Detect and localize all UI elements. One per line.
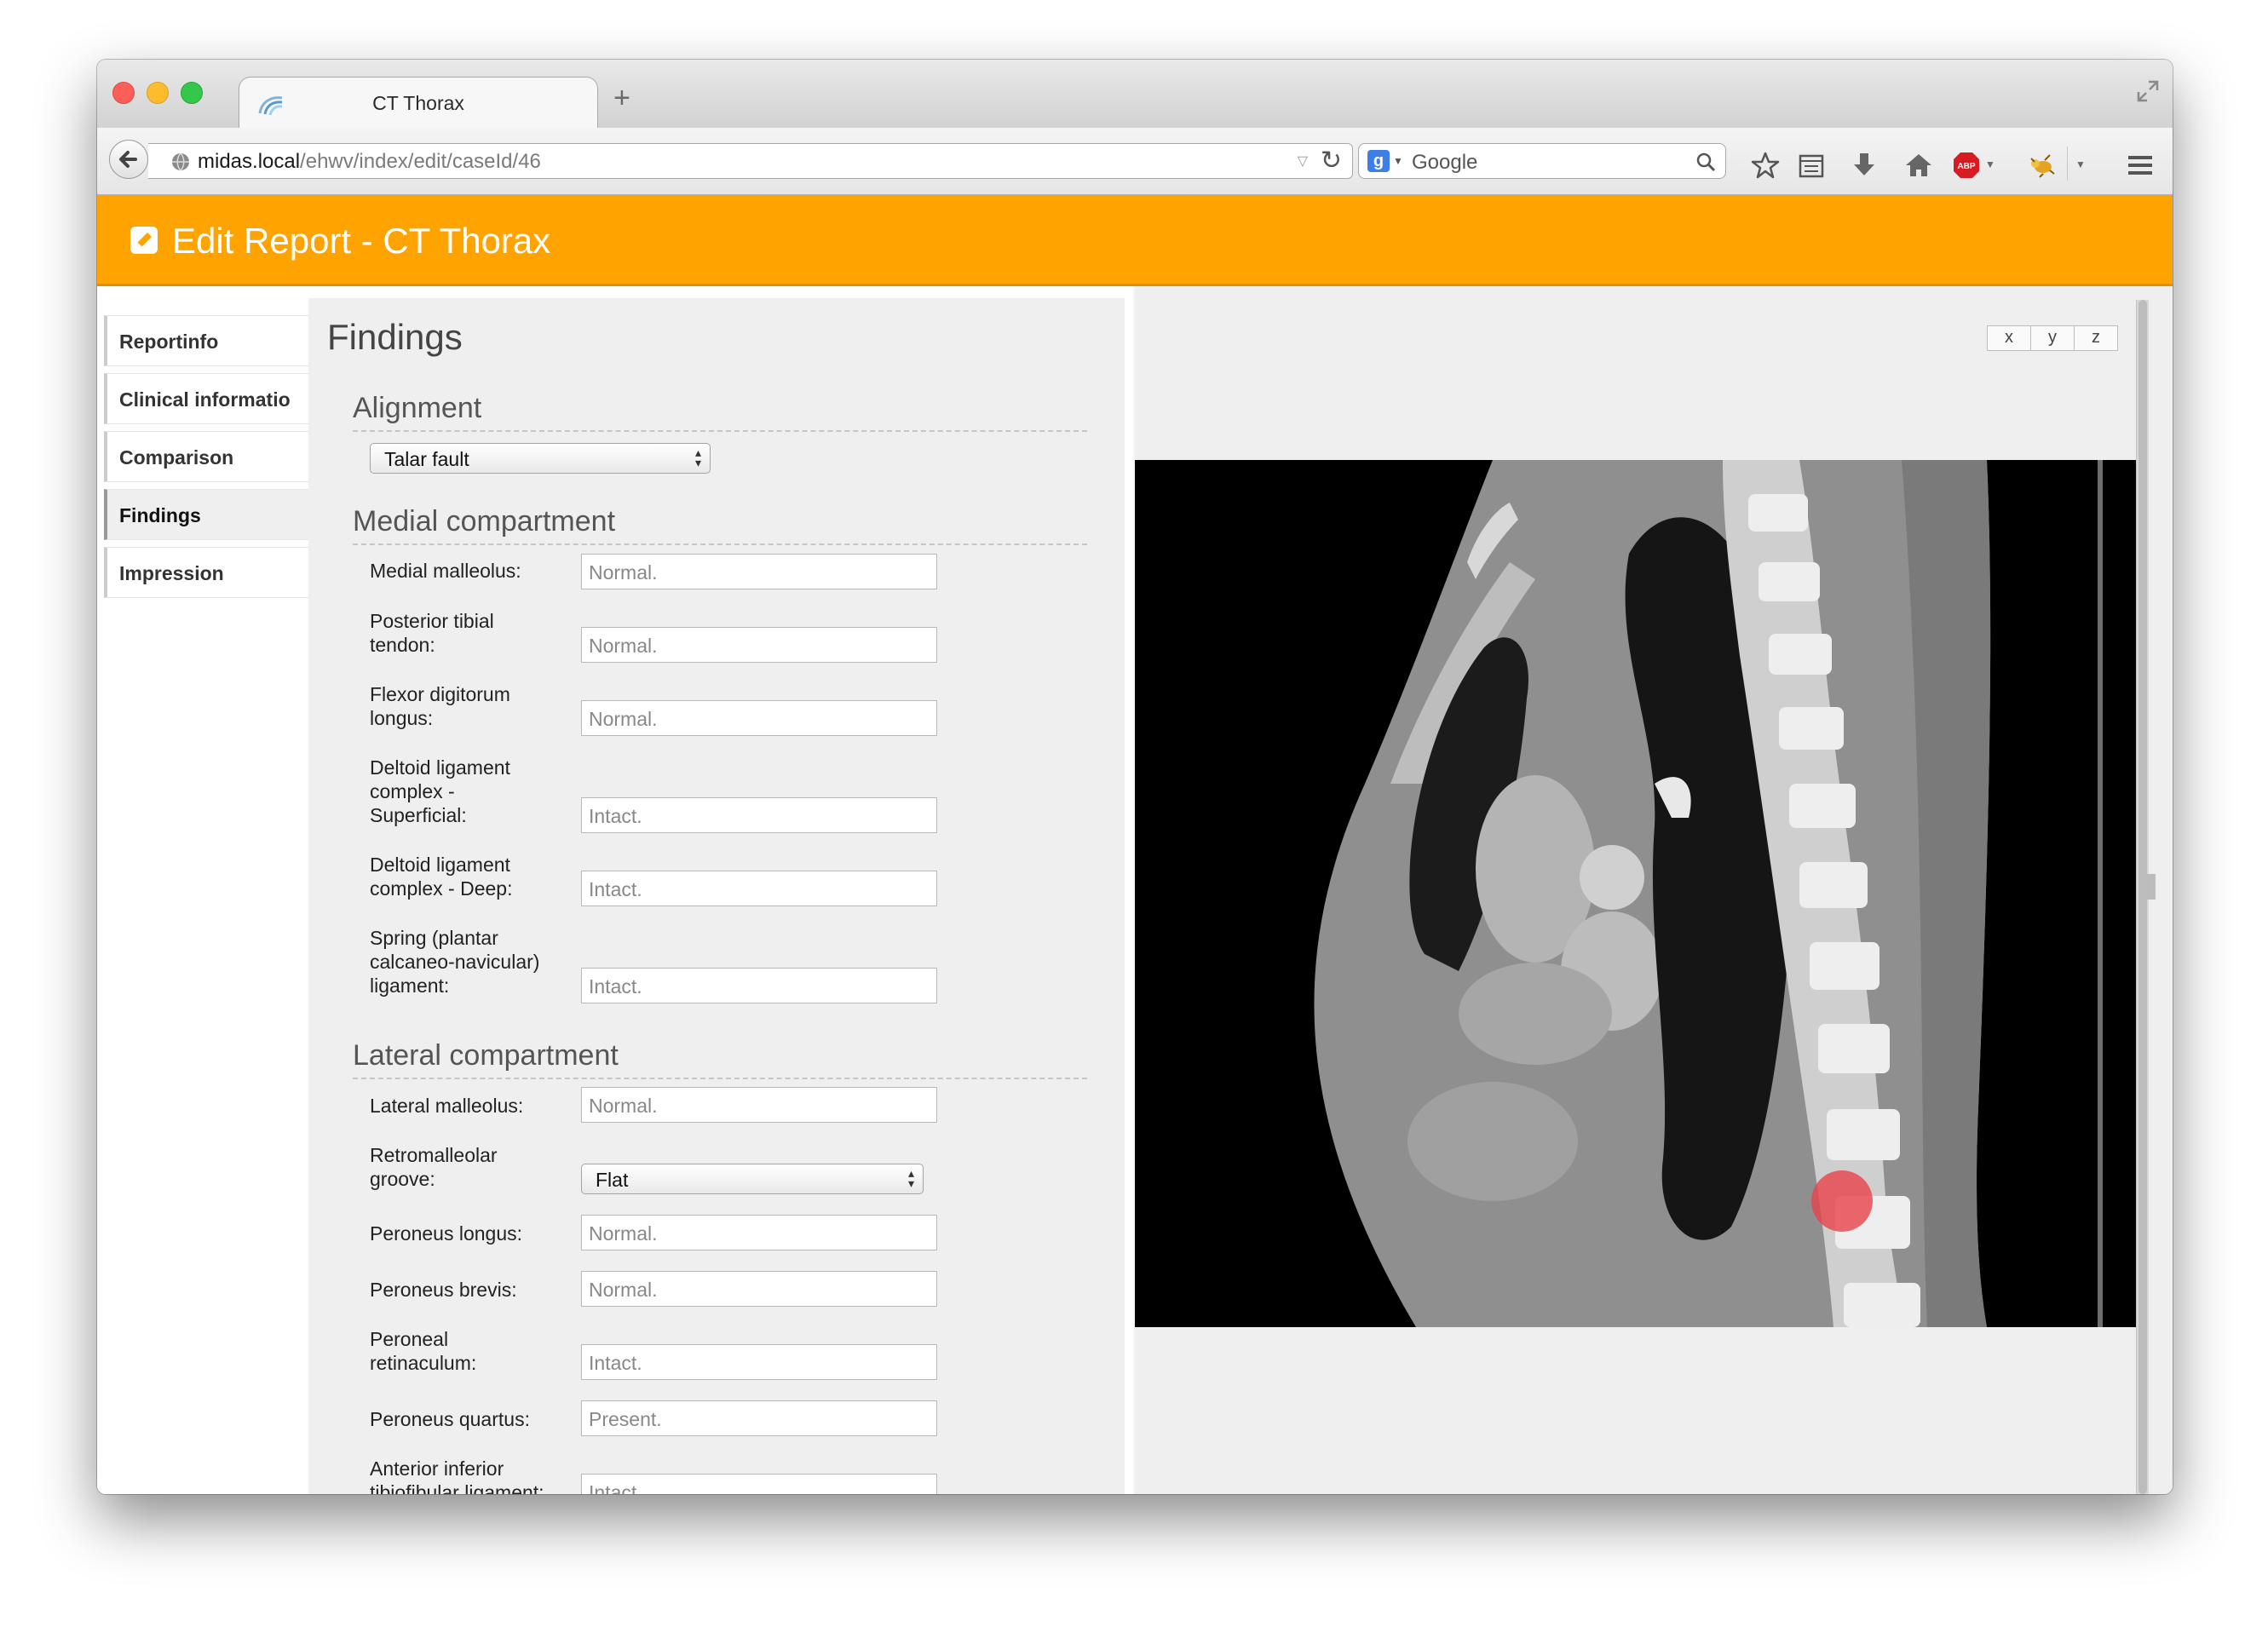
firebug-icon[interactable]: [2026, 150, 2057, 181]
retromalleolar-groove-select-value: Flat: [596, 1169, 629, 1191]
retromalleolar-groove-select[interactable]: Flat ▴ ▾: [581, 1164, 924, 1194]
findings-heading: Findings: [327, 317, 463, 357]
back-button[interactable]: [109, 140, 148, 179]
retromalleolar-groove-label: Retromalleolar groove:: [370, 1144, 498, 1190]
select-arrows-icon: ▴ ▾: [907, 1166, 914, 1190]
search-engine-icon[interactable]: g: [1367, 150, 1390, 172]
search-engine-caret-icon[interactable]: ▼: [1393, 155, 1403, 167]
adblock-icon[interactable]: ABP: [1951, 150, 1982, 181]
search-placeholder: Google: [1412, 151, 1478, 174]
browser-window: CT Thorax + midas.local/ehwv/index/edit/…: [97, 60, 2173, 1494]
peroneus-quartus-input[interactable]: Present.: [581, 1400, 937, 1436]
home-icon[interactable]: [1903, 150, 1934, 181]
spring-ligament-input[interactable]: Intact.: [581, 968, 937, 1003]
axis-x-button[interactable]: x: [1988, 326, 2031, 350]
minimize-window-button[interactable]: [147, 82, 169, 104]
back-arrow-icon: [119, 151, 137, 168]
peroneal-retinaculum-label: Peroneal retinaculum:: [370, 1328, 477, 1374]
viewer-scrollbar-thumb[interactable]: [2138, 300, 2147, 1494]
alignment-select[interactable]: Talar fault ▴ ▾: [370, 443, 711, 474]
image-viewer-panel: x y z: [1135, 286, 2173, 1494]
sidenav-item-reportinfo[interactable]: Reportinfo: [104, 315, 308, 366]
anterior-inferior-tibiofibular-input[interactable]: Intact.: [581, 1474, 937, 1494]
edit-pencil-icon: [130, 227, 158, 254]
deltoid-superficial-input[interactable]: Intact.: [581, 797, 937, 833]
downloads-arrow-icon[interactable]: [1849, 150, 1879, 181]
axis-y-button[interactable]: y: [2031, 326, 2075, 350]
peroneus-brevis-label: Peroneus brevis:: [370, 1279, 517, 1301]
sidenav-item-impression[interactable]: Impression: [104, 547, 308, 598]
fullscreen-arrows-icon[interactable]: [2135, 78, 2161, 104]
page-header: Edit Report - CT Thorax: [97, 195, 2173, 286]
peroneus-brevis-input[interactable]: Normal.: [581, 1271, 937, 1307]
axis-button-group: x y z: [1987, 325, 2118, 351]
lateral-malleolus-label: Lateral malleolus:: [370, 1095, 524, 1117]
deltoid-deep-label: Deltoid ligament complex - Deep:: [370, 854, 513, 900]
ct-sagittal-image: [1314, 460, 2137, 1327]
url-host: midas.local: [198, 150, 301, 173]
firebug-caret-icon[interactable]: ▼: [2075, 158, 2086, 170]
axis-z-button[interactable]: z: [2075, 326, 2117, 350]
zoom-window-button[interactable]: [181, 82, 203, 104]
tab-title: CT Thorax: [372, 92, 464, 114]
ct-slice-viewer[interactable]: [1135, 460, 2137, 1327]
medial-malleolus-label: Medial malleolus:: [370, 560, 521, 582]
deltoid-deep-input[interactable]: Intact.: [581, 871, 937, 906]
sidenav-item-comparison[interactable]: Comparison: [104, 431, 308, 482]
new-tab-plus-icon[interactable]: +: [613, 83, 630, 112]
navigation-toolbar: midas.local/ehwv/index/edit/caseId/46 ▽ …: [97, 128, 2173, 195]
deltoid-superficial-label: Deltoid ligament complex - Superficial:: [370, 756, 510, 826]
url-path: /ehwv/index/edit/caseId/46: [300, 150, 541, 173]
url-bar[interactable]: midas.local/ehwv/index/edit/caseId/46 ▽ …: [148, 143, 1353, 179]
lateral-malleolus-input[interactable]: Normal.: [581, 1087, 937, 1123]
peroneus-quartus-label: Peroneus quartus:: [370, 1408, 530, 1430]
flexor-digitorum-longus-label: Flexor digitorum longus:: [370, 683, 510, 729]
alignment-heading: Alignment: [353, 392, 1087, 432]
url-text: midas.local/ehwv/index/edit/caseId/46: [198, 150, 541, 174]
sidenav-item-findings[interactable]: Findings: [104, 489, 308, 540]
anterior-inferior-tibiofibular-label: Anterior inferior tibiofibular ligament:: [370, 1457, 544, 1494]
search-icon[interactable]: [1695, 151, 1717, 173]
bookmarks-list-icon[interactable]: [1796, 150, 1827, 181]
menu-hamburger-icon[interactable]: [2125, 150, 2156, 181]
peroneus-longus-input[interactable]: Normal.: [581, 1215, 937, 1250]
findings-form: Findings Alignment Talar fault ▴ ▾ Medial…: [308, 298, 1125, 1494]
medial-malleolus-input[interactable]: Normal.: [581, 554, 937, 589]
panel-resize-handle[interactable]: [2147, 874, 2156, 900]
url-history-dropdown-icon[interactable]: ▽: [1298, 152, 1308, 170]
medial-compartment-heading: Medial compartment: [353, 505, 1087, 545]
bookmark-star-icon[interactable]: [1750, 150, 1781, 181]
page-title: Edit Report - CT Thorax: [172, 221, 551, 261]
peroneus-longus-label: Peroneus longus:: [370, 1222, 523, 1245]
spring-ligament-label: Spring (plantar calcaneo-navicular) liga…: [370, 927, 540, 997]
posterior-tibial-tendon-label: Posterior tibial tendon:: [370, 610, 494, 656]
sidenav-item-clinical-information[interactable]: Clinical informatio: [104, 373, 308, 424]
close-window-button[interactable]: [112, 82, 135, 104]
report-form-panel: Reportinfo Clinical informatio Compariso…: [97, 286, 1133, 1494]
flexor-digitorum-longus-input[interactable]: Normal.: [581, 700, 937, 736]
adblock-caret-icon[interactable]: ▼: [1985, 158, 1995, 170]
browser-tab[interactable]: CT Thorax: [239, 77, 598, 130]
select-arrows-icon: ▴ ▾: [694, 446, 701, 469]
section-nav: Reportinfo Clinical informatio Compariso…: [104, 315, 308, 605]
selected-point-marker[interactable]: [1811, 1170, 1873, 1232]
reload-icon[interactable]: ↻: [1321, 146, 1342, 175]
toolbar-separator: [2067, 147, 2068, 181]
search-bar[interactable]: g ▼ Google: [1358, 143, 1726, 179]
globe-icon: [172, 152, 189, 171]
posterior-tibial-tendon-input[interactable]: Normal.: [581, 627, 937, 663]
lateral-compartment-heading: Lateral compartment: [353, 1039, 1087, 1079]
adblock-label: ABP: [1957, 162, 1975, 171]
page-content: Edit Report - CT Thorax Reportinfo Clini…: [97, 195, 2173, 1494]
peroneal-retinaculum-input[interactable]: Intact.: [581, 1344, 937, 1380]
alignment-select-value: Talar fault: [384, 448, 469, 470]
tab-strip: CT Thorax +: [97, 60, 2173, 130]
